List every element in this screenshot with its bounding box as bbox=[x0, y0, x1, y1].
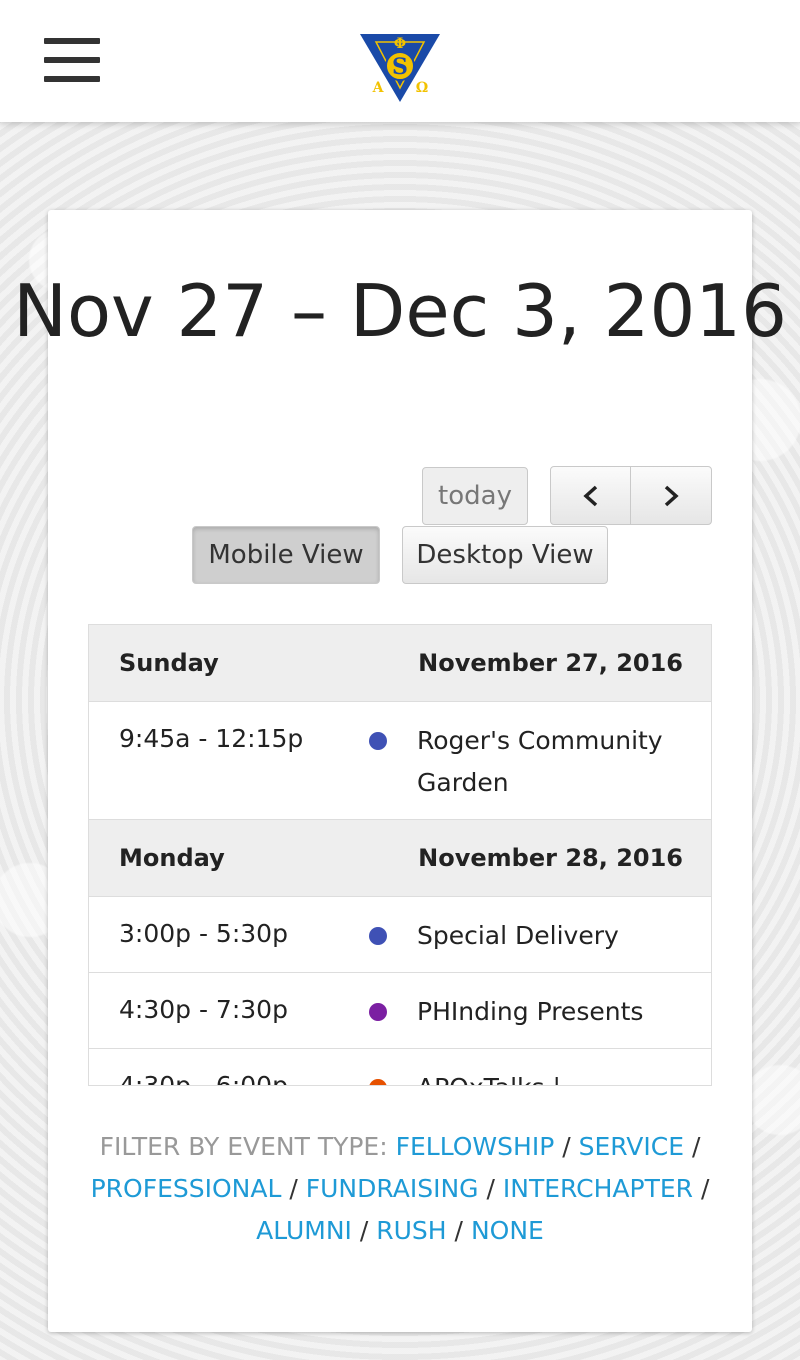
event-time: 4:30p - 6:00p bbox=[119, 1071, 288, 1086]
today-button[interactable]: today bbox=[422, 467, 528, 525]
filter-separator: / bbox=[289, 1174, 298, 1203]
filter-separator: / bbox=[691, 1132, 701, 1161]
desktop-view-button[interactable]: Desktop View bbox=[402, 526, 608, 584]
svg-text:Φ: Φ bbox=[394, 36, 406, 52]
prev-week-button[interactable] bbox=[550, 466, 631, 525]
filter-professional-link[interactable]: PROFESSIONAL bbox=[91, 1174, 282, 1203]
filter-alumni-link[interactable]: ALUMNI bbox=[256, 1216, 352, 1245]
event-time: 9:45a - 12:15p bbox=[119, 724, 304, 753]
day-header: Sunday November 27, 2016 bbox=[89, 625, 711, 702]
filter-fellowship-link[interactable]: FELLOWSHIP bbox=[396, 1132, 555, 1161]
event-color-dot bbox=[369, 732, 387, 750]
event-title[interactable]: PHInding Presents bbox=[417, 991, 687, 1033]
event-time: 3:00p - 5:30p bbox=[119, 919, 288, 948]
hamburger-menu-icon[interactable] bbox=[44, 38, 100, 86]
calendar-title: Nov 27 – Dec 3, 2016 bbox=[13, 269, 787, 353]
filter-separator: / bbox=[486, 1174, 495, 1203]
event-color-dot bbox=[369, 927, 387, 945]
filter-rush-link[interactable]: RUSH bbox=[376, 1216, 446, 1245]
mobile-view-button[interactable]: Mobile View bbox=[192, 526, 380, 584]
filter-separator: / bbox=[454, 1216, 463, 1245]
svg-text:Ω: Ω bbox=[416, 80, 428, 96]
event-title[interactable]: Roger's Community Garden bbox=[417, 720, 687, 804]
filter-interchapter-link[interactable]: INTERCHAPTER bbox=[503, 1174, 693, 1203]
day-name: Sunday bbox=[119, 649, 219, 677]
top-navbar: S Φ Α Ω bbox=[0, 0, 800, 122]
filter-service-link[interactable]: SERVICE bbox=[579, 1132, 684, 1161]
filter-separator: / bbox=[359, 1216, 369, 1245]
event-list[interactable]: Sunday November 27, 2016 9:45a - 12:15p … bbox=[88, 624, 712, 1086]
event-row[interactable]: 4:30p - 7:30p PHInding Presents bbox=[89, 973, 711, 1049]
event-time: 4:30p - 7:30p bbox=[119, 995, 288, 1024]
asp-crest-logo[interactable]: S Φ Α Ω bbox=[358, 30, 442, 104]
filter-none-link[interactable]: NONE bbox=[471, 1216, 544, 1245]
event-color-dot bbox=[369, 1003, 387, 1021]
filter-separator: / bbox=[700, 1174, 710, 1203]
chevron-left-icon bbox=[583, 485, 598, 507]
event-type-filter: FILTER BY EVENT TYPE: FELLOWSHIP / SERVI… bbox=[90, 1126, 710, 1252]
filter-fundraising-link[interactable]: FUNDRAISING bbox=[306, 1174, 479, 1203]
day-name: Monday bbox=[119, 844, 225, 872]
svg-text:S: S bbox=[392, 54, 408, 80]
next-week-button[interactable] bbox=[630, 466, 712, 525]
day-date: November 28, 2016 bbox=[418, 844, 683, 872]
day-header: Monday November 28, 2016 bbox=[89, 820, 711, 897]
filter-label: FILTER BY EVENT TYPE: bbox=[99, 1132, 388, 1161]
event-title[interactable]: APOxTalks | bbox=[417, 1067, 687, 1085]
svg-text:Α: Α bbox=[372, 80, 385, 96]
event-color-dot bbox=[369, 1079, 387, 1085]
chevron-right-icon bbox=[664, 485, 679, 507]
event-row[interactable]: 3:00p - 5:30p Special Delivery bbox=[89, 897, 711, 973]
day-date: November 27, 2016 bbox=[418, 649, 683, 677]
event-row[interactable]: 9:45a - 12:15p Roger's Community Garden bbox=[89, 702, 711, 820]
event-title[interactable]: Special Delivery bbox=[417, 915, 687, 957]
event-row[interactable]: 4:30p - 6:00p APOxTalks | bbox=[89, 1049, 711, 1086]
filter-separator: / bbox=[562, 1132, 571, 1161]
